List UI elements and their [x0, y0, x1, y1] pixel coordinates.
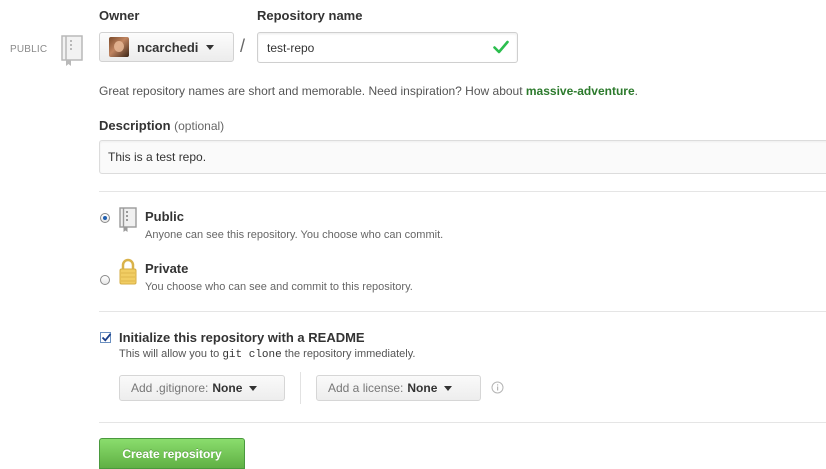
readme-desc-after: the repository immediately.	[281, 348, 416, 360]
divider	[99, 311, 826, 312]
repo-name-value: test-repo	[267, 40, 315, 55]
gitignore-value: None	[212, 381, 243, 395]
owner-repo-separator: /	[240, 36, 246, 56]
repo-name-hint: Great repository names are short and mem…	[99, 84, 638, 98]
info-icon[interactable]	[491, 381, 504, 397]
repo-book-icon	[61, 35, 83, 70]
description-label-text: Description	[99, 118, 171, 133]
public-description: Anyone can see this repository. You choo…	[145, 229, 444, 241]
chevron-down-icon	[444, 385, 453, 391]
license-select[interactable]: Add a license: None	[316, 375, 481, 401]
private-title: Private	[145, 261, 189, 276]
new-repo-form: PUBLIC Owner ncarchedi / Repository name…	[0, 0, 826, 469]
public-title: Public	[145, 209, 185, 224]
gitignore-label: Add .gitignore:	[131, 381, 209, 395]
create-repository-button[interactable]: Create repository	[99, 438, 245, 469]
license-value: None	[407, 381, 438, 395]
repo-name-label: Repository name	[257, 8, 363, 23]
private-description: You choose who can see and commit to thi…	[145, 281, 413, 293]
hint-text: Great repository names are short and mem…	[99, 84, 526, 98]
lock-icon	[119, 257, 137, 288]
readme-desc-code: git clone	[222, 349, 282, 361]
owner-name: ncarchedi	[137, 39, 199, 55]
private-radio[interactable]	[100, 275, 110, 285]
readme-checkbox[interactable]	[100, 332, 112, 343]
description-optional: (optional)	[174, 119, 225, 133]
readme-description: This will allow you to git clone the rep…	[119, 348, 415, 361]
avatar	[109, 37, 129, 57]
readme-desc-before: This will allow you to	[119, 348, 223, 360]
public-repo-icon	[119, 207, 137, 236]
name-suggestion-link[interactable]: massive-adventure	[526, 84, 635, 98]
public-badge-label: PUBLIC	[10, 44, 48, 55]
chevron-down-icon	[206, 44, 215, 50]
description-value: This is a test repo.	[108, 150, 207, 164]
hint-end: .	[634, 84, 638, 98]
license-label: Add a license:	[328, 381, 404, 395]
divider	[99, 191, 826, 192]
chevron-down-icon	[249, 385, 258, 391]
description-label: Description (optional)	[99, 118, 224, 133]
owner-label: Owner	[99, 8, 140, 23]
dropdown-separator	[300, 372, 301, 404]
public-radio[interactable]	[100, 213, 110, 223]
description-input[interactable]: This is a test repo.	[99, 140, 826, 174]
owner-select[interactable]: ncarchedi	[99, 32, 234, 62]
readme-title: Initialize this repository with a README	[119, 330, 365, 345]
check-icon	[493, 40, 509, 57]
repo-name-input[interactable]: test-repo	[257, 32, 518, 63]
gitignore-select[interactable]: Add .gitignore: None	[119, 375, 285, 401]
divider	[99, 422, 826, 423]
